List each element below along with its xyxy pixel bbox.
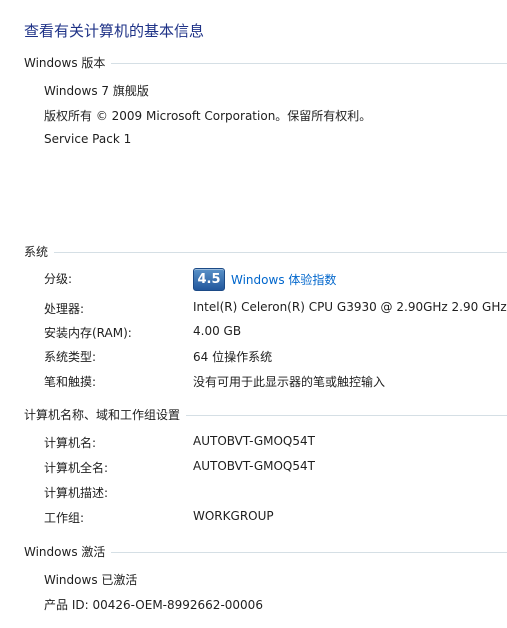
section-header-activation: Windows 激活 — [24, 543, 507, 559]
computer-fullname-label: 计算机全名: — [44, 461, 109, 475]
section-title: Windows 激活 — [24, 544, 106, 559]
ram-value: 4.00 GB — [193, 324, 242, 338]
section-title: 系统 — [24, 244, 49, 259]
computer-name-value: AUTOBVT-GMOQ54T — [193, 434, 315, 448]
computer-fullname-value: AUTOBVT-GMOQ54T — [193, 459, 315, 473]
processor-label: 处理器: — [44, 302, 85, 316]
ram-label: 安装内存(RAM): — [44, 326, 132, 340]
page-title: 查看有关计算机的基本信息 — [24, 22, 205, 40]
experience-index-badge-icon[interactable]: 4.5 — [193, 268, 225, 291]
system-type-value: 64 位操作系统 — [193, 350, 273, 364]
experience-index-link[interactable]: Windows 体验指数 — [231, 271, 336, 288]
section-title: 计算机名称、域和工作组设置 — [24, 407, 181, 422]
workgroup-label: 工作组: — [44, 511, 85, 525]
product-id: 产品 ID: 00426-OEM-8992662-00006 — [44, 598, 263, 612]
section-divider — [111, 551, 507, 553]
section-header-system: 系统 — [24, 243, 507, 259]
rating-label: 分级: — [44, 272, 73, 286]
section-divider — [186, 414, 507, 416]
edition-name: Windows 7 旗舰版 — [44, 84, 149, 98]
activation-status: Windows 已激活 — [44, 573, 138, 587]
copyright-text: 版权所有 © 2009 Microsoft Corporation。保留所有权利… — [44, 109, 372, 123]
computer-description-label: 计算机描述: — [44, 486, 109, 500]
pen-touch-label: 笔和触摸: — [44, 375, 97, 389]
service-pack: Service Pack 1 — [44, 132, 132, 146]
computer-name-label: 计算机名: — [44, 436, 97, 450]
section-divider — [54, 251, 507, 253]
pen-touch-value: 没有可用于此显示器的笔或触控输入 — [193, 375, 386, 389]
section-header-windows-edition: Windows 版本 — [24, 54, 507, 70]
section-header-computer-name: 计算机名称、域和工作组设置 — [24, 406, 507, 422]
system-type-label: 系统类型: — [44, 350, 97, 364]
section-divider — [111, 62, 507, 64]
section-title: Windows 版本 — [24, 55, 106, 70]
workgroup-value: WORKGROUP — [193, 509, 274, 523]
experience-index[interactable]: 4.5 Windows 体验指数 — [193, 268, 336, 291]
processor-value: Intel(R) Celeron(R) CPU G3930 @ 2.90GHz … — [193, 300, 507, 314]
